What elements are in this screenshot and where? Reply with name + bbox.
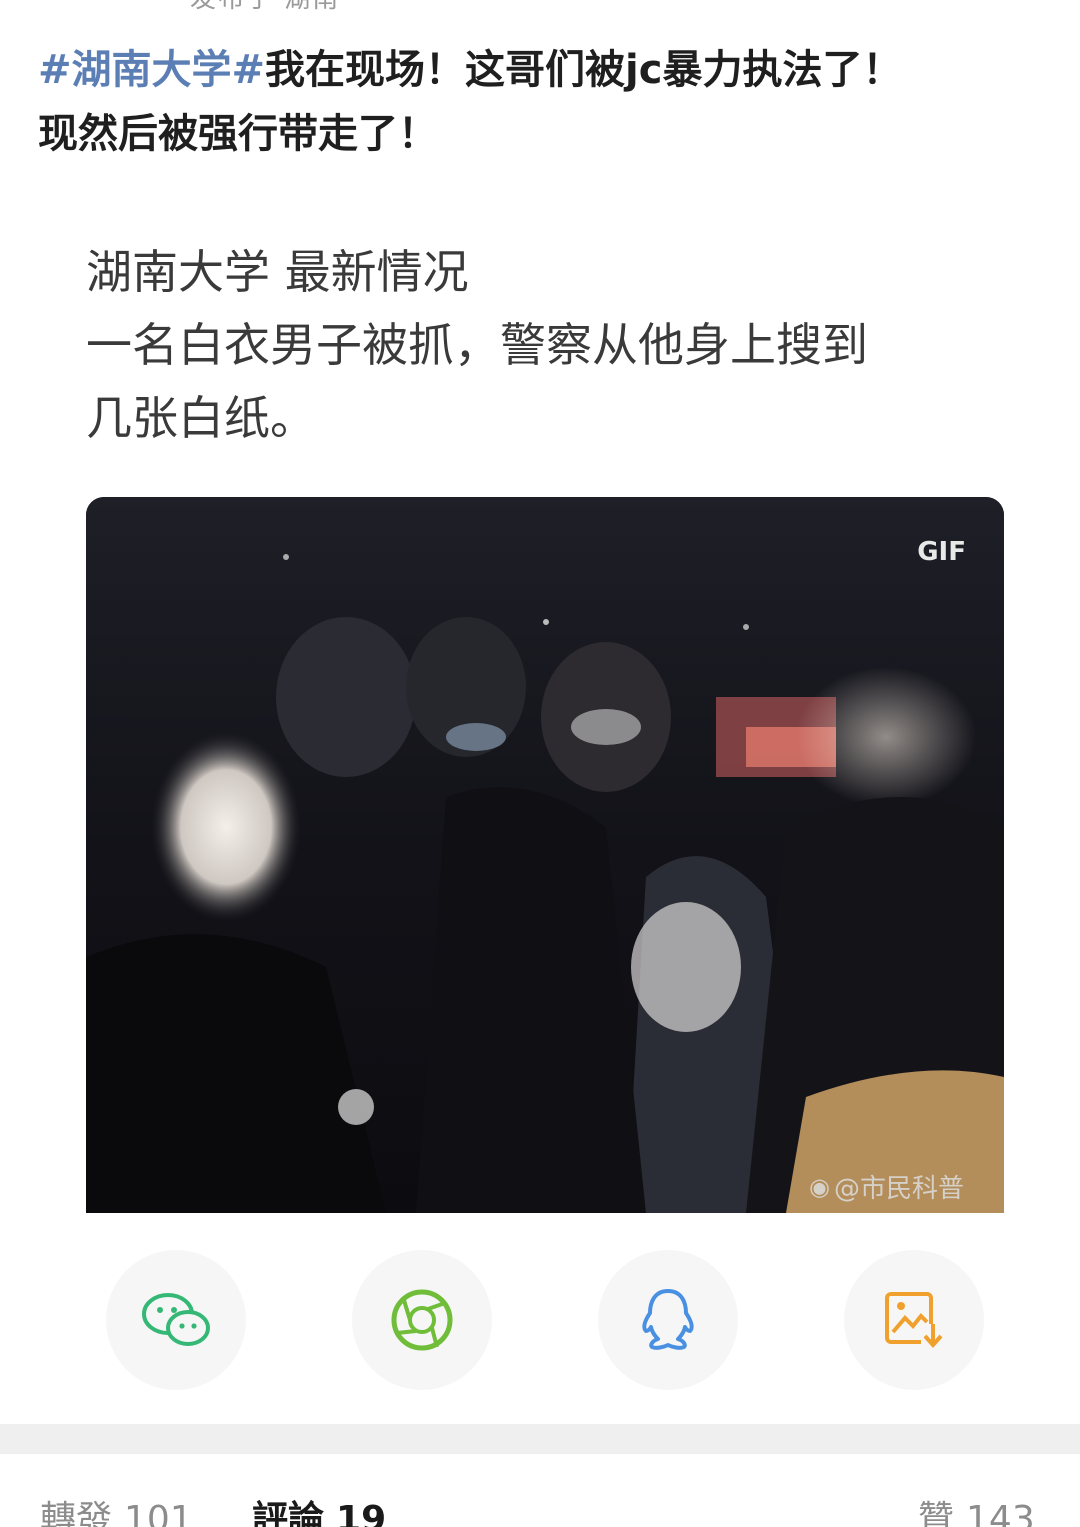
wechat-share-button[interactable] — [106, 1250, 246, 1390]
repost-count: 101 — [124, 1499, 193, 1527]
like-tab[interactable]: 贊 143 — [918, 1490, 1035, 1527]
watermark-text: @市民科普 — [833, 1174, 964, 1204]
post-text-line2: 现然后被强行带走了！ — [38, 111, 438, 157]
caption-line3: 几张白纸。 — [86, 391, 316, 445]
post-stats-bar: 轉發 101 評論 19 贊 143 — [0, 1478, 1080, 1527]
moments-share-button[interactable] — [352, 1250, 492, 1390]
repost-label: 轉發 — [40, 1499, 113, 1527]
qq-icon — [642, 1289, 694, 1350]
comment-count: 19 — [336, 1499, 387, 1527]
gif-badge: GIF — [917, 537, 966, 567]
qq-share-button[interactable] — [598, 1250, 738, 1390]
image-watermark: ◉ @市民科普 — [809, 1168, 964, 1205]
save-image-icon — [885, 1292, 943, 1349]
section-divider — [0, 1424, 1080, 1454]
post-text-line1: 我在现场！这哥们被jc暴力执法了！ — [265, 47, 903, 93]
save-image-button[interactable] — [844, 1250, 984, 1390]
post-body: #湖南大学#我在现场！这哥们被jc暴力执法了！ 现然后被强行带走了！ — [38, 38, 1038, 166]
comment-label: 評論 — [252, 1499, 325, 1527]
crowd-photo — [86, 497, 1004, 1213]
comment-tab[interactable]: 評論 19 — [252, 1490, 386, 1527]
image-caption: 湖南大学 最新情况 一名白衣男子被抓，警察从他身上搜到 几张白纸。 — [86, 236, 1006, 455]
repost-tab[interactable]: 轉發 101 — [40, 1490, 193, 1527]
share-toolbar — [0, 1250, 1080, 1390]
like-label: 贊 — [918, 1499, 955, 1527]
caption-line2: 一名白衣男子被抓，警察从他身上搜到 — [86, 318, 868, 372]
caption-line1: 湖南大学 最新情况 — [86, 245, 469, 299]
wechat-icon — [142, 1293, 210, 1346]
post-image[interactable]: GIF ◉ @市民科普 — [86, 497, 1004, 1213]
like-count: 143 — [966, 1499, 1035, 1527]
moments-icon — [391, 1289, 453, 1351]
hashtag-link[interactable]: #湖南大学# — [38, 47, 265, 93]
header-partial-text: 发布于 湖南 — [190, 0, 340, 15]
weibo-logo-icon: ◉ — [809, 1172, 830, 1201]
